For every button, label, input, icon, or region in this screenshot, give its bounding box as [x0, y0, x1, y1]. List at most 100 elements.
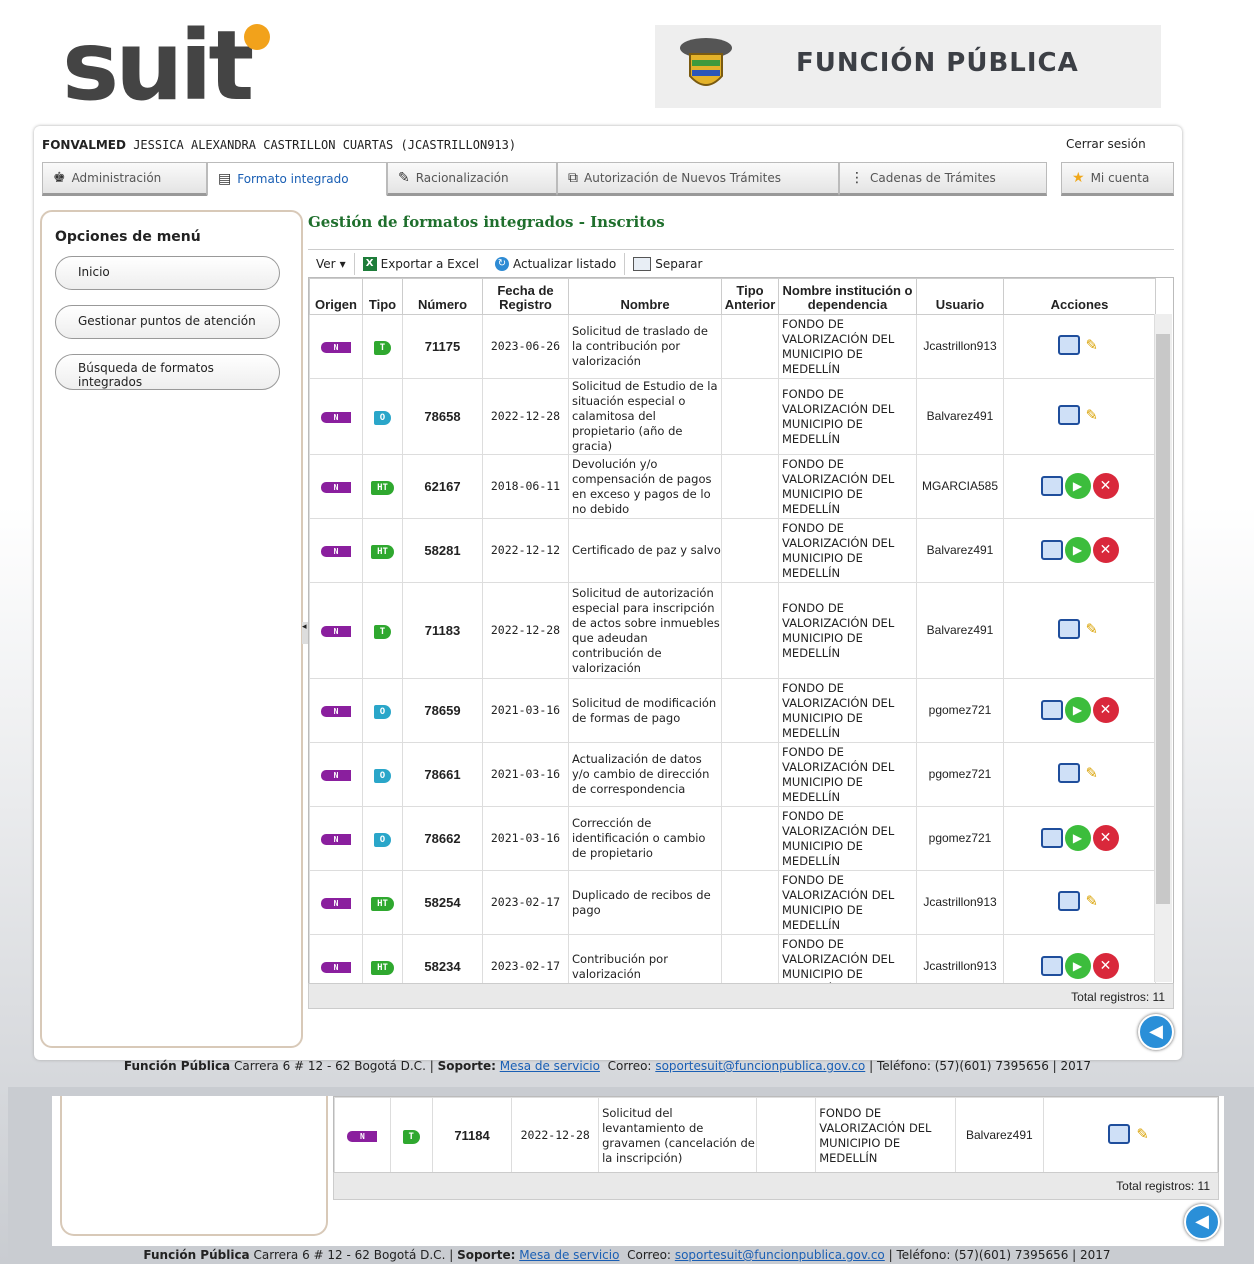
table-row[interactable]: N O 78662 2021-03-16 Corrección de identific…	[309, 806, 1156, 871]
col-tipo-anterior[interactable]: Tipo Anterior	[721, 278, 779, 315]
fragment-table: N T 71184 2022-12-28 Solicitud del levan…	[334, 1097, 1218, 1174]
table-row[interactable]: N T 71183 2022-12-28 Solicitud de autorizaci…	[309, 582, 1156, 679]
cell-tipo-anterior	[721, 582, 779, 679]
split-icon	[633, 256, 652, 271]
col-numero[interactable]: Número	[402, 278, 483, 315]
cell-institucion: FONDO DE VALORIZACIÓN DEL MUNICIPIO DE M…	[778, 454, 917, 519]
cell-nombre: Devolución y/o compensación de pagos en …	[568, 454, 722, 519]
play-icon[interactable]: ▶	[1064, 473, 1091, 499]
origin-badge: N	[309, 742, 363, 807]
table-row[interactable]: N O 78659 2021-03-16 Solicitud de modificaci…	[309, 678, 1156, 743]
sidebar-item-inicio[interactable]: Inicio	[55, 256, 280, 290]
pencil-icon[interactable]: ✎	[1082, 404, 1102, 425]
col-origen[interactable]: Origen	[309, 278, 363, 315]
detail-icon[interactable]	[1040, 956, 1063, 976]
total-records: Total registros: 11	[1071, 990, 1165, 1004]
col-fecha[interactable]: Fecha de Registro	[482, 278, 569, 315]
cell-tipo-anterior	[721, 454, 779, 519]
cell-fecha: 2018-06-11	[482, 454, 569, 519]
mail-link[interactable]: soportesuit@funcionpublica.gov.co	[675, 1248, 885, 1262]
detail-icon[interactable]	[1040, 540, 1063, 560]
play-icon[interactable]: ▶	[1064, 953, 1091, 979]
cell-fecha: 2023-06-26	[482, 314, 569, 379]
detail-icon[interactable]	[1057, 890, 1080, 911]
delete-icon[interactable]: ✕	[1092, 825, 1119, 851]
export-excel-button[interactable]: X Exportar a Excel	[355, 256, 487, 271]
origin-badge: N	[309, 314, 363, 379]
pencil-icon[interactable]: ✎	[1082, 334, 1102, 355]
detail-icon[interactable]	[1040, 700, 1063, 720]
cell-acciones: ▶ ✕	[1003, 454, 1156, 519]
type-badge: T	[389, 1097, 433, 1174]
tab-mi-cuenta[interactable]: ★ Mi cuenta	[1061, 162, 1174, 196]
sidebar-item-busqueda[interactable]: Búsqueda de formatos integrados	[55, 354, 280, 390]
logout-link[interactable]: Cerrar sesión	[1066, 137, 1146, 151]
delete-icon[interactable]: ✕	[1092, 473, 1119, 499]
mail-link[interactable]: soportesuit@funcionpublica.gov.co	[655, 1059, 865, 1073]
cell-tipo-anterior	[721, 378, 779, 455]
table-row[interactable]: N T 71175 2023-06-26 Solicitud de traslado d…	[309, 314, 1156, 379]
cell-usuario: MGARCIA585	[916, 454, 1004, 519]
detail-icon[interactable]	[1040, 476, 1063, 496]
delete-icon[interactable]: ✕	[1092, 697, 1119, 723]
origin-badge: N	[309, 582, 363, 679]
col-institucion[interactable]: Nombre institución o dependencia	[778, 278, 917, 315]
origin-badge: N	[309, 870, 363, 935]
cell-nombre: Certificado de paz y salvo	[568, 518, 722, 583]
cell-institucion: FONDO DE VALORIZACIÓN DEL MUNICIPIO DE M…	[778, 806, 917, 871]
table-row[interactable]: N HT 58281 2022-12-12 Certificado de paz y s…	[309, 518, 1156, 583]
tab-cadenas[interactable]: ⋮ Cadenas de Trámites	[839, 162, 1047, 196]
table-row[interactable]: N T 71184 2022-12-28 Solicitud del levan…	[334, 1097, 1218, 1174]
cell-nombre: Solicitud de autorización especial para …	[568, 582, 722, 679]
cell-usuario: pgomez721	[916, 742, 1004, 807]
col-tipo[interactable]: Tipo	[362, 278, 403, 315]
tab-autorizacion[interactable]: ⧉ Autorización de Nuevos Trámites	[557, 162, 839, 196]
detail-icon[interactable]	[1057, 762, 1080, 783]
back-arrow-icon[interactable]: ◀	[1184, 1204, 1220, 1240]
refresh-button[interactable]: ↻ Actualizar listado	[487, 256, 624, 271]
support-link[interactable]: Mesa de servicio	[519, 1248, 619, 1262]
delete-icon[interactable]: ✕	[1092, 537, 1119, 563]
table-row[interactable]: N HT 58254 2023-02-17 Duplicado de recibos d…	[309, 870, 1156, 935]
grid-footer: Total registros: 11	[308, 983, 1174, 1009]
pencil-icon[interactable]: ✎	[1082, 890, 1102, 911]
tab-racionalizacion[interactable]: ✎ Racionalización	[387, 162, 557, 196]
split-button[interactable]: Separar	[625, 256, 710, 271]
table-row[interactable]: N O 78661 2021-03-16 Actualización de datos …	[309, 742, 1156, 807]
cell-usuario: Balvarez491	[916, 582, 1004, 679]
origin-badge: N	[309, 454, 363, 519]
cell-nombre: Duplicado de recibos de pago	[568, 870, 722, 935]
tab-formato-integrado[interactable]: ▤ Formato integrado	[207, 162, 387, 196]
back-arrow-icon[interactable]: ◀	[1138, 1014, 1174, 1050]
detail-icon[interactable]	[1057, 334, 1080, 355]
col-usuario[interactable]: Usuario	[916, 278, 1004, 315]
support-link[interactable]: Mesa de servicio	[500, 1059, 600, 1073]
pencil-icon[interactable]: ✎	[1082, 762, 1102, 783]
pencil-icon[interactable]: ✎	[1082, 618, 1102, 639]
type-badge: O	[362, 806, 403, 871]
tab-administracion[interactable]: ♚ Administración	[42, 162, 207, 196]
delete-icon[interactable]: ✕	[1092, 953, 1119, 979]
cell-nombre: Actualización de datos y/o cambio de dir…	[568, 742, 722, 807]
pencil-icon[interactable]: ✎	[1132, 1123, 1152, 1144]
play-icon[interactable]: ▶	[1064, 825, 1091, 851]
cell-numero: 78658	[402, 378, 483, 455]
detail-icon[interactable]	[1108, 1123, 1131, 1144]
toolbar: Ver ▾ X Exportar a Excel ↻ Actualizar lista…	[308, 249, 1174, 277]
scrollbar-thumb[interactable]	[1156, 334, 1170, 904]
play-icon[interactable]: ▶	[1064, 697, 1091, 723]
table-row[interactable]: N HT 62167 2018-06-11 Devolución y/o compens…	[309, 454, 1156, 519]
sidebar-item-puntos[interactable]: Gestionar puntos de atención	[55, 305, 280, 339]
detail-icon[interactable]	[1040, 828, 1063, 848]
col-nombre[interactable]: Nombre	[568, 278, 722, 315]
view-menu[interactable]: Ver ▾	[308, 257, 354, 271]
origin-badge: N	[309, 378, 363, 455]
table-row[interactable]: N O 78658 2022-12-28 Solicitud de Estudio de…	[309, 378, 1156, 455]
detail-icon[interactable]	[1057, 404, 1080, 425]
cell-fecha: 2021-03-16	[482, 806, 569, 871]
coat-of-arms-icon	[680, 38, 732, 86]
fragment-sidebar	[60, 1096, 328, 1236]
play-icon[interactable]: ▶	[1064, 537, 1091, 563]
detail-icon[interactable]	[1057, 618, 1080, 639]
suit-logo: suit	[62, 18, 270, 114]
